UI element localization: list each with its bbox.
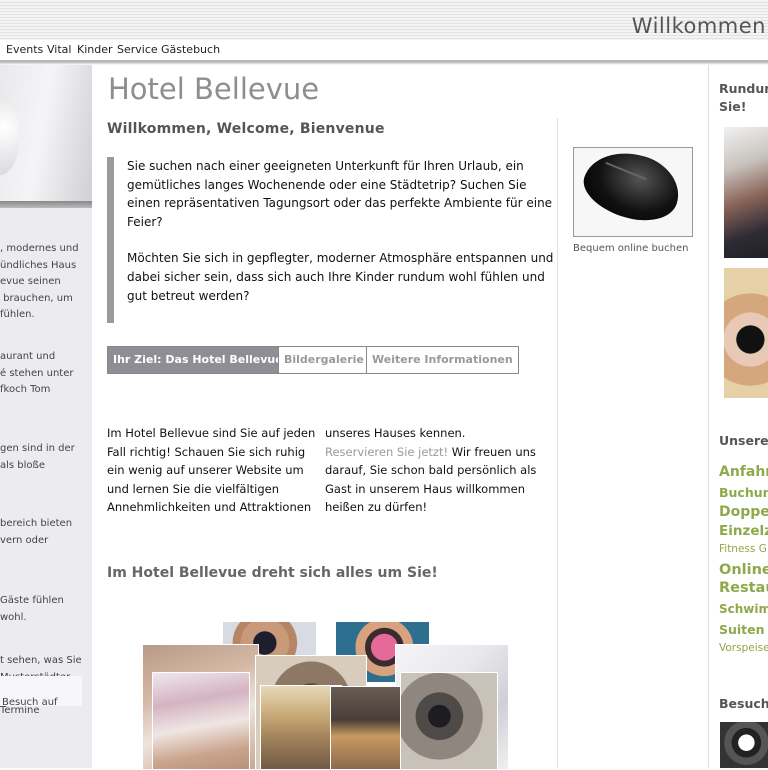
left-text-1: , modernes und ündliches Haus evue seine…	[0, 243, 79, 320]
left-text-2: aurant und é stehen unter fkoch Tom	[0, 351, 74, 395]
collage-photo-wellness	[152, 672, 250, 770]
right-photo-camera	[724, 268, 768, 398]
tab-weitere-informationen[interactable]: Weitere Informationen	[366, 346, 519, 374]
tab-hotel-bellevue[interactable]: Ihr Ziel: Das Hotel Bellevue	[107, 346, 289, 374]
link-buchung[interactable]: Buchung	[719, 485, 768, 500]
online-booking-caption[interactable]: Bequem online buchen	[573, 243, 688, 254]
right-section-heading-2: Besuche	[719, 696, 768, 711]
link-schwimmbad[interactable]: Schwimm	[719, 602, 768, 616]
section-heading: Im Hotel Bellevue dreht sich alles um Si…	[107, 565, 438, 581]
main-nav: Events Vital Kinder Service Gästebuch	[0, 40, 768, 61]
nav-item-events[interactable]: Events	[6, 43, 43, 56]
collage-photo-conference	[400, 672, 498, 770]
left-text-3: gen sind in der als bloße	[0, 443, 75, 471]
right-photo-people	[724, 127, 768, 258]
left-text-5: Gäste fühlen wohl.	[0, 595, 64, 623]
link-online[interactable]: Online-	[719, 562, 768, 578]
left-bottom-text: Besuch auf	[2, 697, 58, 708]
right-photo-chef	[720, 722, 768, 768]
left-photo	[0, 65, 92, 208]
page-subtitle: Willkommen, Welcome, Bienvenue	[107, 121, 385, 137]
nav-item-service[interactable]: Service	[117, 43, 158, 56]
intro-paragraph-2: Möchten Sie sich in gepflegter, moderner…	[127, 251, 554, 303]
computer-mouse-image[interactable]	[573, 147, 693, 237]
col2-text-start: unseres Hauses kennen.	[325, 426, 466, 440]
collage-photo-restaurant	[330, 686, 407, 770]
nav-item-kinder[interactable]: Kinder	[77, 43, 113, 56]
intro-quote: Sie suchen nach einer geeigneten Unterku…	[107, 157, 562, 324]
header-welcome: Willkommen	[631, 14, 766, 38]
link-restaurant[interactable]: Restau	[719, 580, 768, 596]
right-section-heading: Unsere l	[719, 433, 768, 448]
nav-item-gaestebuch[interactable]: Gästebuch	[161, 43, 220, 56]
intro-paragraph-1: Sie suchen nach einer geeigneten Unterku…	[127, 159, 553, 229]
text-column-1: Im Hotel Bellevue sind Sie auf jeden Fal…	[107, 426, 316, 514]
link-anfahrt[interactable]: Anfahrt	[719, 464, 768, 480]
link-doppel[interactable]: Doppel	[719, 504, 768, 520]
nav-item-vital[interactable]: Vital	[47, 43, 71, 56]
tab-bildergalerie[interactable]: Bildergalerie	[278, 346, 370, 374]
link-fitness[interactable]: Fitness G	[719, 543, 767, 555]
link-suiten[interactable]: Suiten T	[719, 622, 768, 637]
left-text-4: bereich bieten vern oder	[0, 518, 73, 546]
link-einzelzimmer[interactable]: Einzelzi	[719, 523, 768, 539]
right-heading: Rundum Sie!	[719, 81, 768, 114]
text-column-2: unseres Hauses kennen. Reservieren Sie j…	[325, 424, 537, 517]
page-title: Hotel Bellevue	[108, 72, 320, 106]
link-vorspeisen[interactable]: Vorspeise	[719, 642, 768, 654]
reserve-link[interactable]: Reservieren Sie jetzt!	[325, 445, 448, 459]
